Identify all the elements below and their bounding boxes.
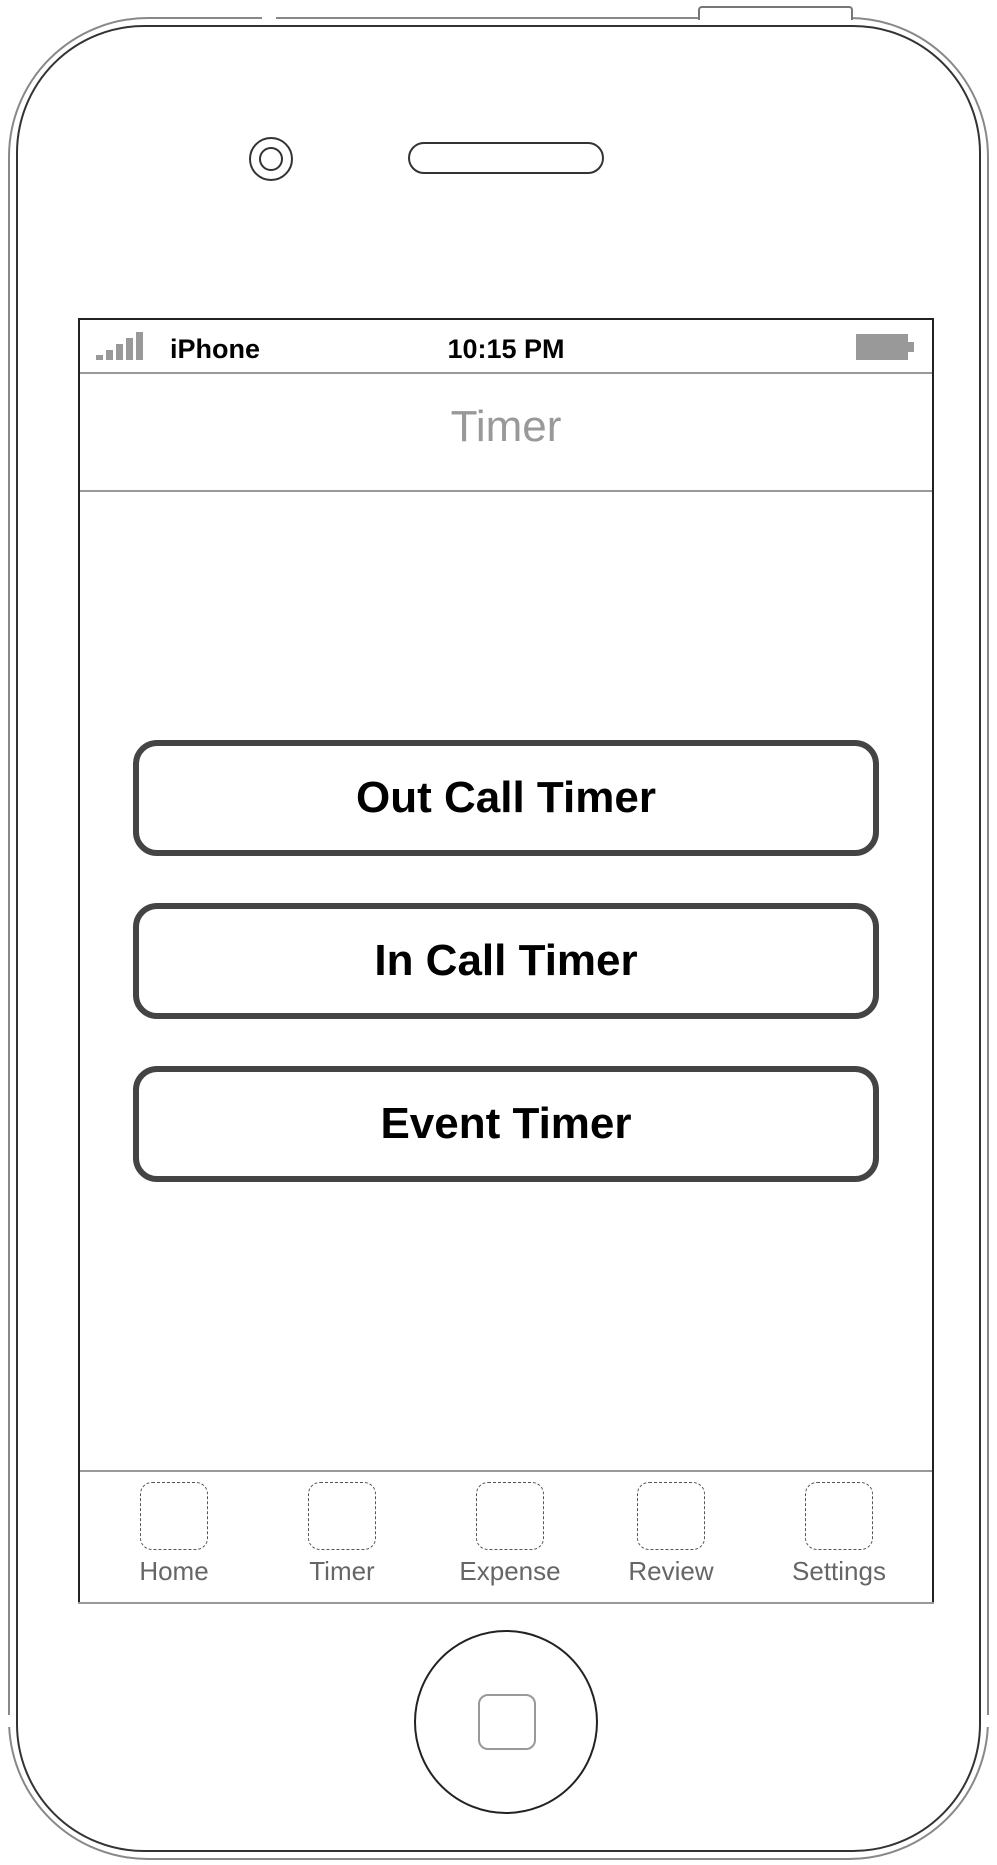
front-camera-icon bbox=[249, 137, 293, 181]
tab-expense[interactable]: Expense bbox=[440, 1482, 580, 1598]
frame-gap-right bbox=[985, 1715, 997, 1727]
status-bar: iPhone 10:15 PM bbox=[80, 320, 932, 374]
tab-bar: Home Timer Expense Review Settings bbox=[78, 1470, 934, 1604]
settings-tab-icon bbox=[805, 1482, 873, 1550]
tab-label: Expense bbox=[459, 1556, 561, 1586]
earpiece-speaker bbox=[408, 142, 604, 174]
tab-home[interactable]: Home bbox=[104, 1482, 244, 1598]
timer-tab-icon bbox=[308, 1482, 376, 1550]
home-button[interactable] bbox=[414, 1630, 598, 1814]
home-tab-icon bbox=[140, 1482, 208, 1550]
tab-label: Home bbox=[139, 1556, 209, 1586]
power-button bbox=[698, 6, 853, 20]
tab-label: Review bbox=[628, 1556, 714, 1586]
phone-screen: iPhone 10:15 PM Timer Out Call Timer In … bbox=[78, 318, 934, 1604]
navigation-bar: Timer bbox=[80, 374, 932, 492]
expense-tab-icon bbox=[476, 1482, 544, 1550]
out-call-timer-button[interactable]: Out Call Timer bbox=[133, 740, 879, 856]
home-square-icon bbox=[478, 1694, 536, 1750]
event-timer-button[interactable]: Event Timer bbox=[133, 1066, 879, 1182]
status-time: 10:15 PM bbox=[447, 334, 565, 364]
in-call-timer-button[interactable]: In Call Timer bbox=[133, 903, 879, 1019]
tab-label: Timer bbox=[309, 1556, 375, 1586]
frame-gap-left bbox=[4, 1715, 16, 1727]
tab-label: Settings bbox=[792, 1556, 886, 1586]
page-title: Timer bbox=[450, 402, 562, 451]
tab-settings[interactable]: Settings bbox=[769, 1482, 909, 1598]
frame-notch bbox=[262, 14, 276, 24]
tab-review[interactable]: Review bbox=[601, 1482, 741, 1598]
battery-icon bbox=[856, 334, 916, 360]
review-tab-icon bbox=[637, 1482, 705, 1550]
tab-timer[interactable]: Timer bbox=[272, 1482, 412, 1598]
